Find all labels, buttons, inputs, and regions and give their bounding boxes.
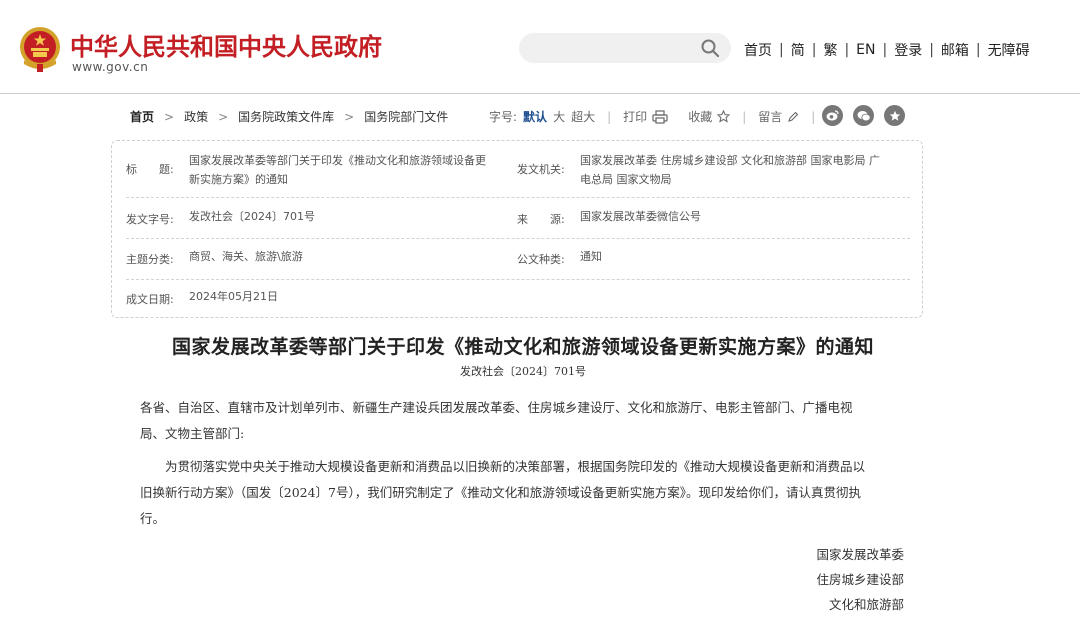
header-divider [0,93,1080,94]
font-size-xlarge[interactable]: 超大 [571,108,595,125]
title-value-line: 国家发展改革委等部门关于印发《推动文化和旅游领域设备更 [189,154,486,167]
breadcrumb-home[interactable]: 首页 [130,108,154,125]
signature-ndrc: 国家发展改革委 [816,547,904,562]
docno-value: 发改社会〔2024〕701号 [189,210,315,223]
nav-separator: | [975,42,981,58]
nav-english[interactable]: EN [856,42,875,58]
title-label: 标 题: [126,163,174,176]
nav-separator: | [811,42,817,58]
row-divider [126,238,910,239]
row-divider [126,197,910,198]
addressee-line: 各省、自治区、直辖市及计划单列市、新疆生产建设兵团发展改革委、住房城乡建设厅、文… [140,400,853,415]
font-size-default[interactable]: 默认 [523,108,547,125]
nav-separator: | [882,42,888,58]
nav-separator: | [929,42,934,58]
site-url: www.gov.cn [72,60,149,74]
doctype-value: 通知 [580,250,602,263]
article-doc-number: 发改社会〔2024〕701号 [460,365,586,378]
national-emblem-icon[interactable] [18,26,62,72]
topic-label: 主题分类: [126,253,174,266]
nav-accessibility[interactable]: 无障碍 [988,40,1030,60]
breadcrumb-separator: > [164,109,175,124]
nav-login[interactable]: 登录 [894,40,922,60]
article-title: 国家发展改革委等部门关于印发《推动文化和旅游领域设备更新实施方案》的通知 [171,336,874,358]
star-outline-icon [717,110,731,123]
breadcrumb-separator: > [218,109,229,124]
breadcrumb-department-docs[interactable]: 国务院部门文件 [364,108,448,125]
issuer-label: 发文机关: [517,163,565,176]
signature-mohurd: 住房城乡建设部 [816,572,904,587]
article-body: 为贯彻落实党中央关于推动大规模设备更新和消费品以旧换新的决策部署，根据国务院印发… [140,454,910,532]
printer-icon [652,109,668,124]
source-label: 来 源: [517,213,565,226]
body-line: 旧换新行动方案》（国发〔2024〕7号），我们研究制定了《推动文化和旅游领域设备… [140,485,862,500]
row-divider [126,279,910,280]
nav-home[interactable]: 首页 [744,40,772,60]
top-nav: 首页 | 简 | 繁 | EN | 登录 | 邮箱 | 无障碍 [744,40,1030,60]
body-line: 为贯彻落实党中央关于推动大规模设备更新和消费品以旧换新的决策部署，根据国务院印发… [140,459,866,474]
print-label: 打印 [623,110,648,124]
tools-divider: | [811,109,816,124]
nav-separator: | [844,42,850,58]
tools-divider: | [607,109,612,124]
favorite-label: 收藏 [688,110,713,124]
breadcrumb-separator: > [344,109,355,124]
font-size-large[interactable]: 大 [553,108,565,125]
comment-label: 留言 [758,110,783,124]
breadcrumb: 首页 > 政策 > 国务院政策文件库 > 国务院部门文件 [130,108,448,125]
docno-label: 发文字号: [126,213,174,226]
breadcrumb-policy[interactable]: 政策 [184,108,208,125]
nav-traditional[interactable]: 繁 [823,40,837,60]
share-bar [822,105,915,126]
source-value: 国家发展改革委微信公号 [580,210,701,223]
article-addressee: 各省、自治区、直辖市及计划单列市、新疆生产建设兵团发展改革委、住房城乡建设厅、文… [140,395,910,447]
comment-button[interactable]: 留言 [758,108,799,125]
pencil-icon [788,111,799,122]
tools-divider: | [742,109,747,124]
site-header: 中华人民共和国中央人民政府 www.gov.cn 首页 | 简 | 繁 | EN… [0,0,1080,94]
doctype-label: 公文种类: [517,253,565,266]
weibo-icon[interactable] [822,105,843,126]
wechat-icon[interactable] [853,105,874,126]
nav-simplified[interactable]: 简 [791,40,805,60]
topic-value: 商贸、海关、旅游\旅游 [189,250,303,263]
title-value: 国家发展改革委等部门关于印发《推动文化和旅游领域设备更 新实施方案》的通知 [189,151,486,189]
issuer-value-line: 电总局 国家文物局 [580,173,672,186]
title-value-line: 新实施方案》的通知 [189,173,288,186]
search-icon[interactable] [700,38,720,58]
addressee-line: 局、文物主管部门: [140,426,245,441]
issuer-value: 国家发展改革委 住房城乡建设部 文化和旅游部 国家电影局 广 电总局 国家文物局 [580,151,880,189]
print-button[interactable]: 打印 [623,108,668,125]
font-size-label: 字号: [489,110,518,124]
nav-separator: | [779,42,784,58]
page-tools: 字号: 默认 大 超大 | 打印 | 收藏 | 留言 | [489,108,827,125]
issuer-value-line: 国家发展改革委 住房城乡建设部 文化和旅游部 国家电影局 广 [580,154,880,167]
site-title[interactable]: 中华人民共和国中央人民政府 [70,27,382,62]
star-icon[interactable] [884,105,905,126]
body-line: 行。 [140,511,166,526]
document-info-box: 标 题: 国家发展改革委等部门关于印发《推动文化和旅游领域设备更 新实施方案》的… [111,140,923,318]
date-value: 2024年05月21日 [189,290,278,303]
nav-mailbox[interactable]: 邮箱 [941,40,969,60]
breadcrumb-state-council-library[interactable]: 国务院政策文件库 [238,108,334,125]
signature-mct: 文化和旅游部 [828,597,904,612]
favorite-button[interactable]: 收藏 [688,108,731,125]
date-label: 成文日期: [126,293,174,306]
